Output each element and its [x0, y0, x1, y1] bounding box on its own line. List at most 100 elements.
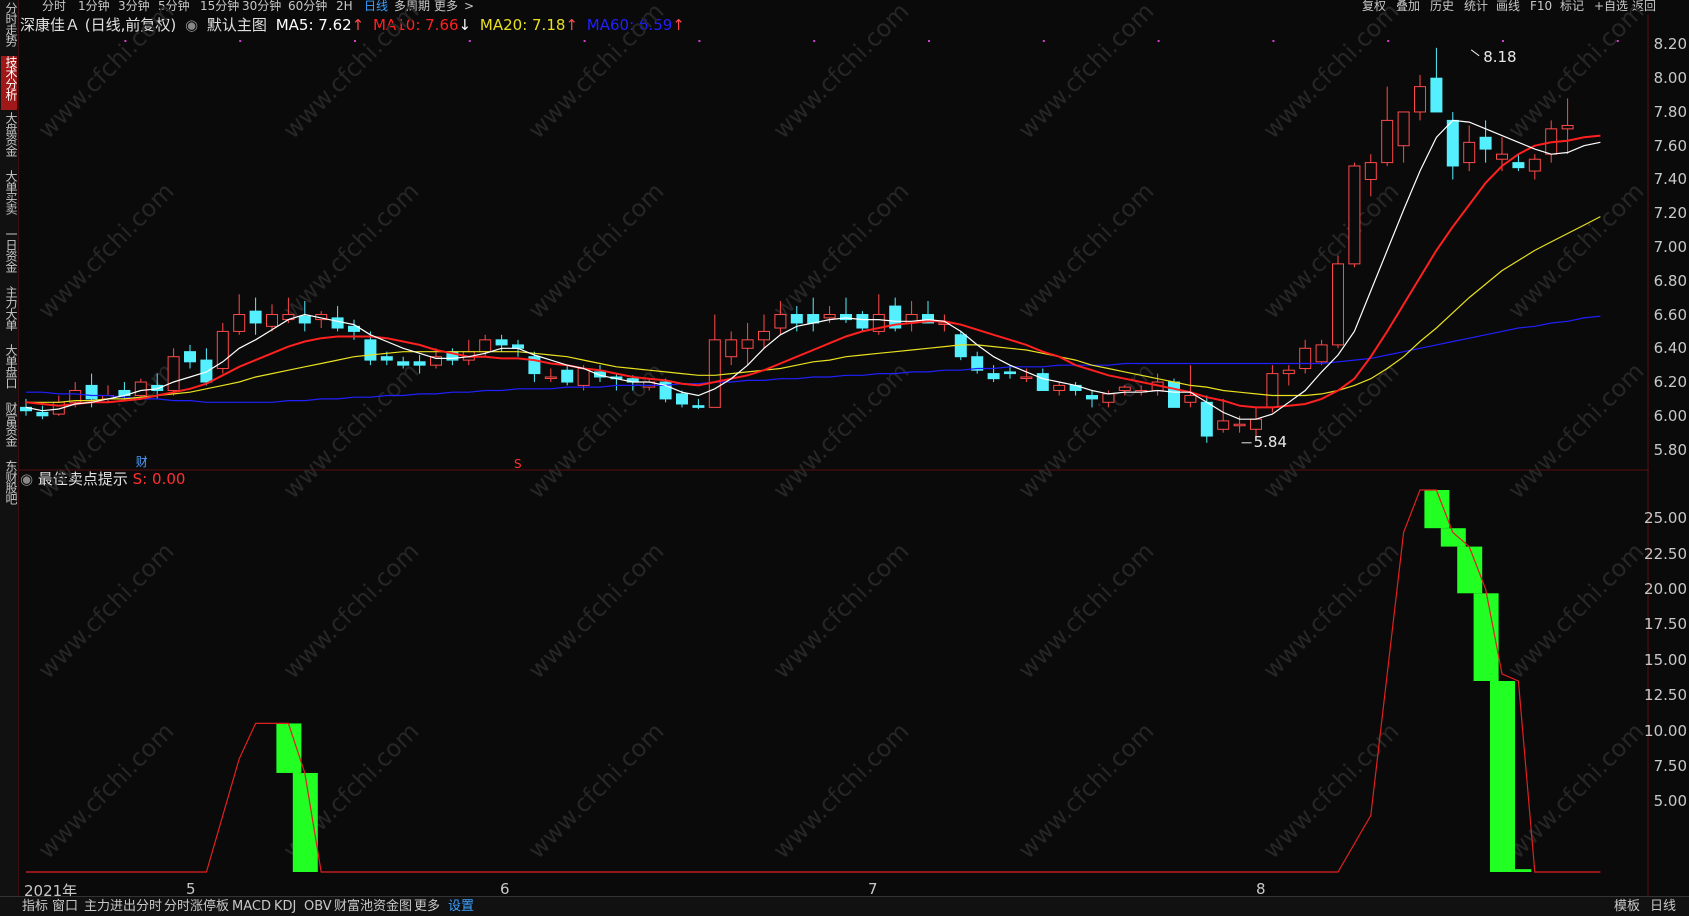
candle-body: [266, 314, 278, 327]
bottom-tab-1[interactable]: 窗口: [52, 897, 78, 916]
bottom-tab-8[interactable]: 更多: [414, 897, 440, 916]
bottom-tab-0[interactable]: 指标: [22, 897, 48, 916]
event-dot: [813, 40, 816, 42]
candle-body: [1020, 376, 1033, 379]
event-dot: [239, 40, 242, 42]
template-button[interactable]: 模板: [1614, 897, 1640, 916]
bottom-tab-6[interactable]: OBV: [304, 897, 332, 916]
candle-body: [1217, 420, 1230, 430]
event-dot: [1272, 40, 1275, 42]
watermark-text: www.cfchi.com: [277, 0, 424, 144]
bottom-tab-7[interactable]: 财富池资金图: [334, 897, 412, 916]
period-label[interactable]: 日线: [1650, 897, 1676, 916]
price-axis: 8.20 8.00 7.80 7.60 7.40 7.20 7.00 6.80 6.60 6.40…: [1644, 0, 1689, 900]
sell-signal-bar: [1490, 681, 1515, 872]
candle-body: [1496, 153, 1508, 160]
candle-body: [331, 317, 344, 329]
candle-body: [790, 314, 803, 324]
candle-body: [1102, 393, 1115, 403]
candle-body: [364, 339, 377, 361]
candle-body: [1266, 373, 1279, 408]
watermark-text: www.cfchi.com: [1012, 0, 1159, 144]
candle-body: [577, 368, 590, 386]
candle-body: [36, 411, 49, 417]
watermark-text: www.cfchi.com: [522, 717, 669, 864]
left-tab-7[interactable]: 财富资金: [1, 402, 18, 456]
watermark-text: www.cfchi.com: [1502, 0, 1649, 144]
candle-body: [1053, 384, 1066, 391]
watermark-text: www.cfchi.com: [522, 537, 669, 684]
watermark-text: www.cfchi.com: [1012, 357, 1159, 504]
candle-body: [1168, 381, 1180, 408]
candle-body: [987, 373, 1000, 380]
candle-body: [758, 330, 770, 341]
sell-signal-bar: [1440, 528, 1466, 547]
ind-tick: 10.00: [1644, 721, 1687, 740]
candle-body: [1348, 165, 1361, 265]
ind-tick: 22.50: [1644, 544, 1687, 563]
ind-tick: 15.00: [1644, 650, 1687, 669]
price-tick: 6.80: [1653, 271, 1687, 290]
watermark-text: www.cfchi.com: [32, 177, 179, 324]
watermark-text: www.cfchi.com: [1012, 177, 1159, 324]
candle-body: [1086, 395, 1098, 400]
bottom-tab-4[interactable]: MACD: [232, 897, 271, 916]
event-dot: [1157, 40, 1160, 42]
left-tab-1[interactable]: 技术分析: [1, 56, 18, 110]
watermark-text: www.cfchi.com: [1502, 717, 1649, 864]
bottom-tab-5[interactable]: KDJ: [274, 897, 296, 916]
left-tab-6[interactable]: 大单盘口: [1, 344, 18, 398]
watermark-text: www.cfchi.com: [32, 717, 179, 864]
candle-body: [774, 314, 787, 329]
event-dot: [1502, 40, 1504, 42]
left-tab-8[interactable]: 东财股吧: [1, 460, 18, 514]
watermark-text: www.cfchi.com: [1502, 177, 1649, 324]
candle-body: [397, 361, 410, 366]
ind-tick: 17.50: [1644, 615, 1687, 634]
candle-body: [692, 405, 705, 408]
candle-body: [1282, 369, 1295, 375]
watermark-text: www.cfchi.com: [767, 537, 914, 684]
price-tick: 7.20: [1653, 204, 1687, 223]
watermark-text: www.cfchi.com: [522, 0, 669, 144]
candle-body: [167, 356, 180, 391]
bottom-tab-9[interactable]: 设置: [448, 897, 474, 916]
candle-body: [1233, 423, 1246, 427]
watermark-text: www.cfchi.com: [277, 537, 424, 684]
low-price-label: 5.84: [1254, 433, 1287, 451]
left-tab-4[interactable]: 一日资金: [1, 228, 18, 282]
left-tab-5[interactable]: 主力大单: [1, 286, 18, 340]
price-tick: 5.80: [1653, 440, 1687, 459]
left-tab-2[interactable]: 大盘资金: [1, 112, 18, 166]
candle-body: [413, 361, 426, 366]
watermark-text: www.cfchi.com: [767, 0, 914, 144]
event-dot: [1387, 40, 1390, 42]
candle-body: [708, 339, 721, 408]
ind-tick: 5.00: [1653, 792, 1687, 811]
ind-tick: 25.00: [1644, 509, 1687, 528]
candle-body: [676, 393, 688, 405]
s-marker[interactable]: S: [514, 457, 522, 471]
event-dot: [583, 40, 586, 42]
left-tab-0[interactable]: 分时走势: [1, 2, 18, 52]
finance-marker[interactable]: 财: [136, 455, 148, 469]
candle-body: [1004, 371, 1016, 375]
watermark-text: www.cfchi.com: [1502, 537, 1649, 684]
price-tick: 7.60: [1653, 136, 1687, 155]
left-tab-3[interactable]: 大单买卖: [1, 170, 18, 224]
watermark-text: www.cfchi.com: [1012, 537, 1159, 684]
candle-body: [1184, 395, 1197, 403]
watermark-text: www.cfchi.com: [277, 177, 424, 324]
candle-body: [1512, 162, 1525, 169]
bottom-tab-3[interactable]: 分时涨停板: [164, 897, 229, 916]
candle-body: [1200, 401, 1213, 437]
price-tick: 6.20: [1653, 373, 1687, 392]
candle-body: [1118, 386, 1131, 391]
bottom-tab-2[interactable]: 主力进出分时: [84, 897, 162, 916]
candle-body: [380, 356, 393, 361]
candle-body: [1446, 119, 1459, 167]
candle-body: [85, 384, 98, 400]
candle-body: [1036, 373, 1049, 391]
price-tick: 8.00: [1653, 69, 1687, 88]
kline-chart[interactable]: www.cfchi.com www.cfchi.com www.cfchi.com w…: [18, 0, 1649, 896]
